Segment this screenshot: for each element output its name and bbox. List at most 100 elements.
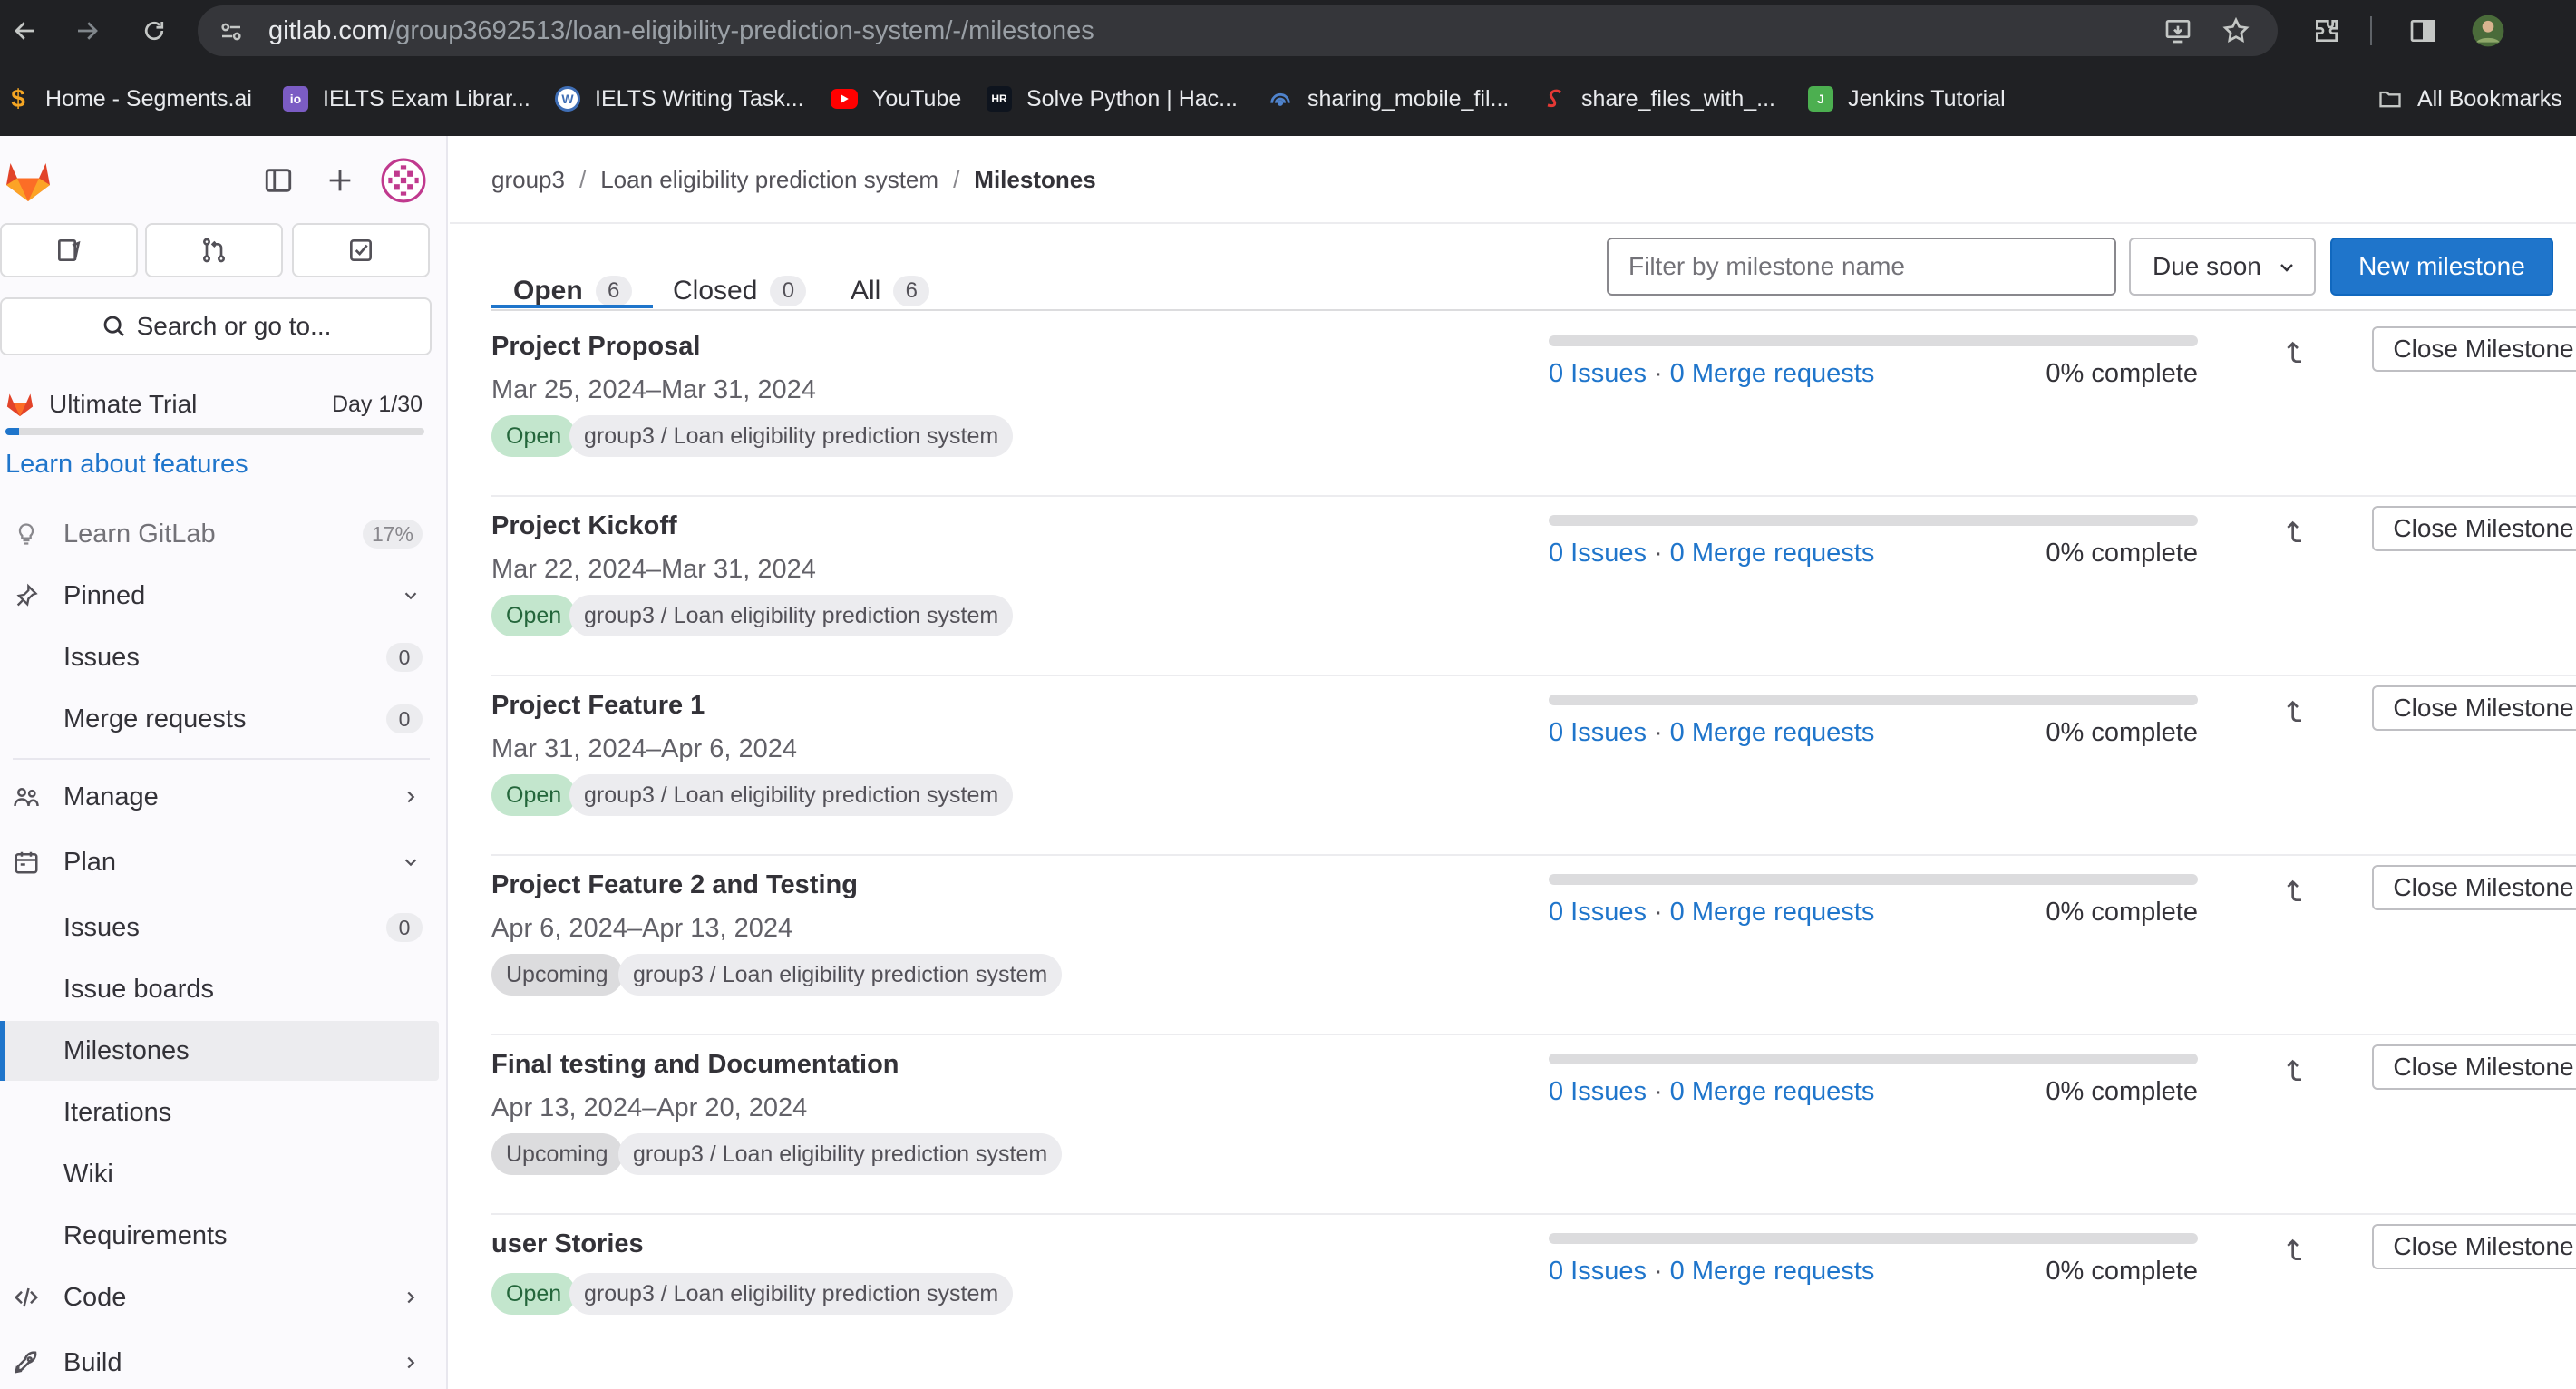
milestone-issues-link[interactable]: 0 Issues — [1549, 539, 1647, 568]
bookmark-ielts-writing[interactable]: W IELTS Writing Task... — [555, 82, 804, 116]
back-icon[interactable] — [5, 11, 45, 51]
milestone-title-link[interactable]: Project Feature 1 — [491, 691, 705, 721]
breadcrumb-project-link[interactable]: Loan eligibility prediction system — [600, 166, 938, 194]
side-panel-icon[interactable] — [2401, 9, 2445, 53]
extensions-icon[interactable] — [2305, 9, 2348, 53]
bookmark-segments[interactable]: $ Home - Segments.ai — [9, 82, 252, 116]
sort-dropdown[interactable]: Due soon — [2129, 238, 2316, 296]
milestone-mrs-link[interactable]: 0 Merge requests — [1670, 359, 1875, 388]
promote-icon[interactable] — [2276, 693, 2312, 729]
chevron-down-icon — [399, 850, 423, 874]
breadcrumb-group-link[interactable]: group3 — [491, 166, 565, 194]
milestone-mrs-link[interactable]: 0 Merge requests — [1670, 898, 1875, 927]
bookmark-jenkins[interactable]: J Jenkins Tutorial — [1808, 82, 2006, 116]
address-bar[interactable]: gitlab.com/group3692513/loan-eligibility… — [198, 5, 2278, 56]
sidebar-item-learn-gitlab[interactable]: Learn GitLab 17% — [0, 504, 439, 564]
assigned-issues-button[interactable] — [0, 223, 138, 277]
milestone-issues-link[interactable]: 0 Issues — [1549, 898, 1647, 927]
milestone-filter-input[interactable] — [1607, 238, 2116, 296]
milestone-project-badge[interactable]: group3 / Loan eligibility prediction sys… — [569, 1273, 1014, 1315]
sidebar-item-plan[interactable]: Plan — [0, 832, 439, 892]
learn-gitlab-percent: 17% — [362, 520, 423, 549]
forward-icon[interactable] — [67, 11, 107, 51]
collapse-sidebar-icon[interactable] — [263, 165, 296, 198]
milestone-title-link[interactable]: Project Proposal — [491, 332, 700, 362]
promote-icon[interactable] — [2276, 334, 2312, 370]
sidebar-item-code[interactable]: Code — [0, 1268, 439, 1327]
tab-count-badge: 6 — [595, 276, 632, 306]
bookmark-star-icon[interactable] — [2214, 9, 2258, 53]
sidebar-item-wiki[interactable]: Wiki — [0, 1144, 439, 1204]
gitlab-logo-icon[interactable] — [4, 156, 53, 203]
sidebar-item-label: Build — [63, 1347, 122, 1377]
tab-count-badge: 0 — [770, 276, 807, 306]
milestone-project-badge[interactable]: group3 / Loan eligibility prediction sys… — [569, 595, 1014, 636]
learn-features-link[interactable]: Learn about features — [5, 450, 248, 480]
milestone-issues-link[interactable]: 0 Issues — [1549, 1257, 1647, 1286]
sidebar-item-manage[interactable]: Manage — [0, 767, 439, 827]
close-milestone-button[interactable]: Close Milestone — [2372, 865, 2576, 910]
search-or-go-button[interactable]: Search or go to... — [0, 297, 432, 355]
bookmark-share-files[interactable]: share_files_with_... — [1541, 82, 1775, 116]
url-text[interactable]: gitlab.com/group3692513/loan-eligibility… — [268, 5, 1094, 56]
close-milestone-button[interactable]: Close Milestone — [2372, 506, 2576, 551]
milestone-issues-link[interactable]: 0 Issues — [1549, 718, 1647, 747]
youtube-favicon-icon — [831, 89, 858, 109]
sidebar-item-build[interactable]: Build — [0, 1333, 439, 1389]
todo-list-button[interactable] — [292, 223, 430, 277]
milestone-project-badge[interactable]: group3 / Loan eligibility prediction sys… — [569, 415, 1014, 457]
promote-icon[interactable] — [2276, 872, 2312, 908]
close-milestone-button[interactable]: Close Milestone — [2372, 1044, 2576, 1090]
milestone-project-badge[interactable]: group3 / Loan eligibility prediction sys… — [618, 1133, 1063, 1175]
milestone-links: 0 Issues · 0 Merge requests — [1549, 898, 1874, 928]
sidebar-item-requirements[interactable]: Requirements — [0, 1206, 439, 1266]
reload-icon[interactable] — [134, 11, 174, 51]
sidebar-item-milestones[interactable]: Milestones — [0, 1021, 439, 1081]
milestone-mrs-link[interactable]: 0 Merge requests — [1670, 1077, 1875, 1106]
milestone-title-link[interactable]: Project Kickoff — [491, 511, 677, 541]
promote-icon[interactable] — [2276, 1231, 2312, 1268]
sidebar-divider — [13, 758, 430, 760]
milestone-mrs-link[interactable]: 0 Merge requests — [1670, 539, 1875, 568]
milestone-issues-link[interactable]: 0 Issues — [1549, 1077, 1647, 1106]
create-new-icon[interactable] — [325, 165, 357, 198]
bookmark-youtube[interactable]: YouTube — [831, 82, 961, 116]
user-avatar[interactable] — [381, 158, 426, 203]
sidebar-item-issue-boards[interactable]: Issue boards — [0, 959, 439, 1019]
all-bookmarks[interactable]: All Bookmarks — [2377, 82, 2562, 116]
milestone-project-badge[interactable]: group3 / Loan eligibility prediction sys… — [618, 954, 1063, 996]
site-settings-icon[interactable] — [218, 18, 245, 45]
milestone-mrs-link[interactable]: 0 Merge requests — [1670, 718, 1875, 747]
sidebar-section-pinned[interactable]: Pinned — [0, 566, 439, 626]
breadcrumb-current[interactable]: Milestones — [974, 166, 1095, 194]
milestone-title-link[interactable]: Final testing and Documentation — [491, 1050, 899, 1080]
sidebar-item-pinned-merge-requests[interactable]: Merge requests 0 — [0, 689, 439, 749]
tab-label: Open — [513, 276, 583, 306]
close-milestone-button[interactable]: Close Milestone — [2372, 685, 2576, 731]
profile-avatar-icon[interactable] — [2466, 9, 2510, 53]
sidebar-item-plan-issues[interactable]: Issues 0 — [0, 898, 439, 957]
bookmark-ielts-library[interactable]: io IELTS Exam Librar... — [283, 82, 530, 116]
close-milestone-button[interactable]: Close Milestone — [2372, 1224, 2576, 1269]
milestone-progress-bar — [1549, 694, 2198, 705]
sidebar-item-iterations[interactable]: Iterations — [0, 1083, 439, 1142]
install-app-icon[interactable] — [2156, 9, 2200, 53]
milestone-dates: Apr 13, 2024–Apr 20, 2024 — [491, 1093, 808, 1122]
milestone-percent-complete: 0% complete — [2046, 718, 2198, 747]
bookmark-hackerrank[interactable]: HR Solve Python | Hac... — [987, 82, 1238, 116]
sidebar-item-label: Issues — [63, 642, 140, 672]
sidebar-item-label: Learn GitLab — [63, 519, 216, 549]
milestone-issues-link[interactable]: 0 Issues — [1549, 359, 1647, 388]
promote-icon[interactable] — [2276, 1052, 2312, 1088]
close-milestone-button[interactable]: Close Milestone — [2372, 326, 2576, 372]
sidebar-item-pinned-issues[interactable]: Issues 0 — [0, 627, 439, 687]
milestone-project-badge[interactable]: group3 / Loan eligibility prediction sys… — [569, 774, 1014, 816]
milestone-mrs-link[interactable]: 0 Merge requests — [1670, 1257, 1875, 1286]
milestone-title-link[interactable]: Project Feature 2 and Testing — [491, 870, 858, 900]
promote-icon[interactable] — [2276, 513, 2312, 549]
merge-requests-button[interactable] — [145, 223, 283, 277]
milestone-percent-complete: 0% complete — [2046, 1257, 2198, 1286]
milestone-title-link[interactable]: user Stories — [491, 1229, 644, 1259]
bookmark-sharing-mobile[interactable]: sharing_mobile_fil... — [1268, 82, 1509, 116]
new-milestone-button[interactable]: New milestone — [2330, 238, 2553, 296]
